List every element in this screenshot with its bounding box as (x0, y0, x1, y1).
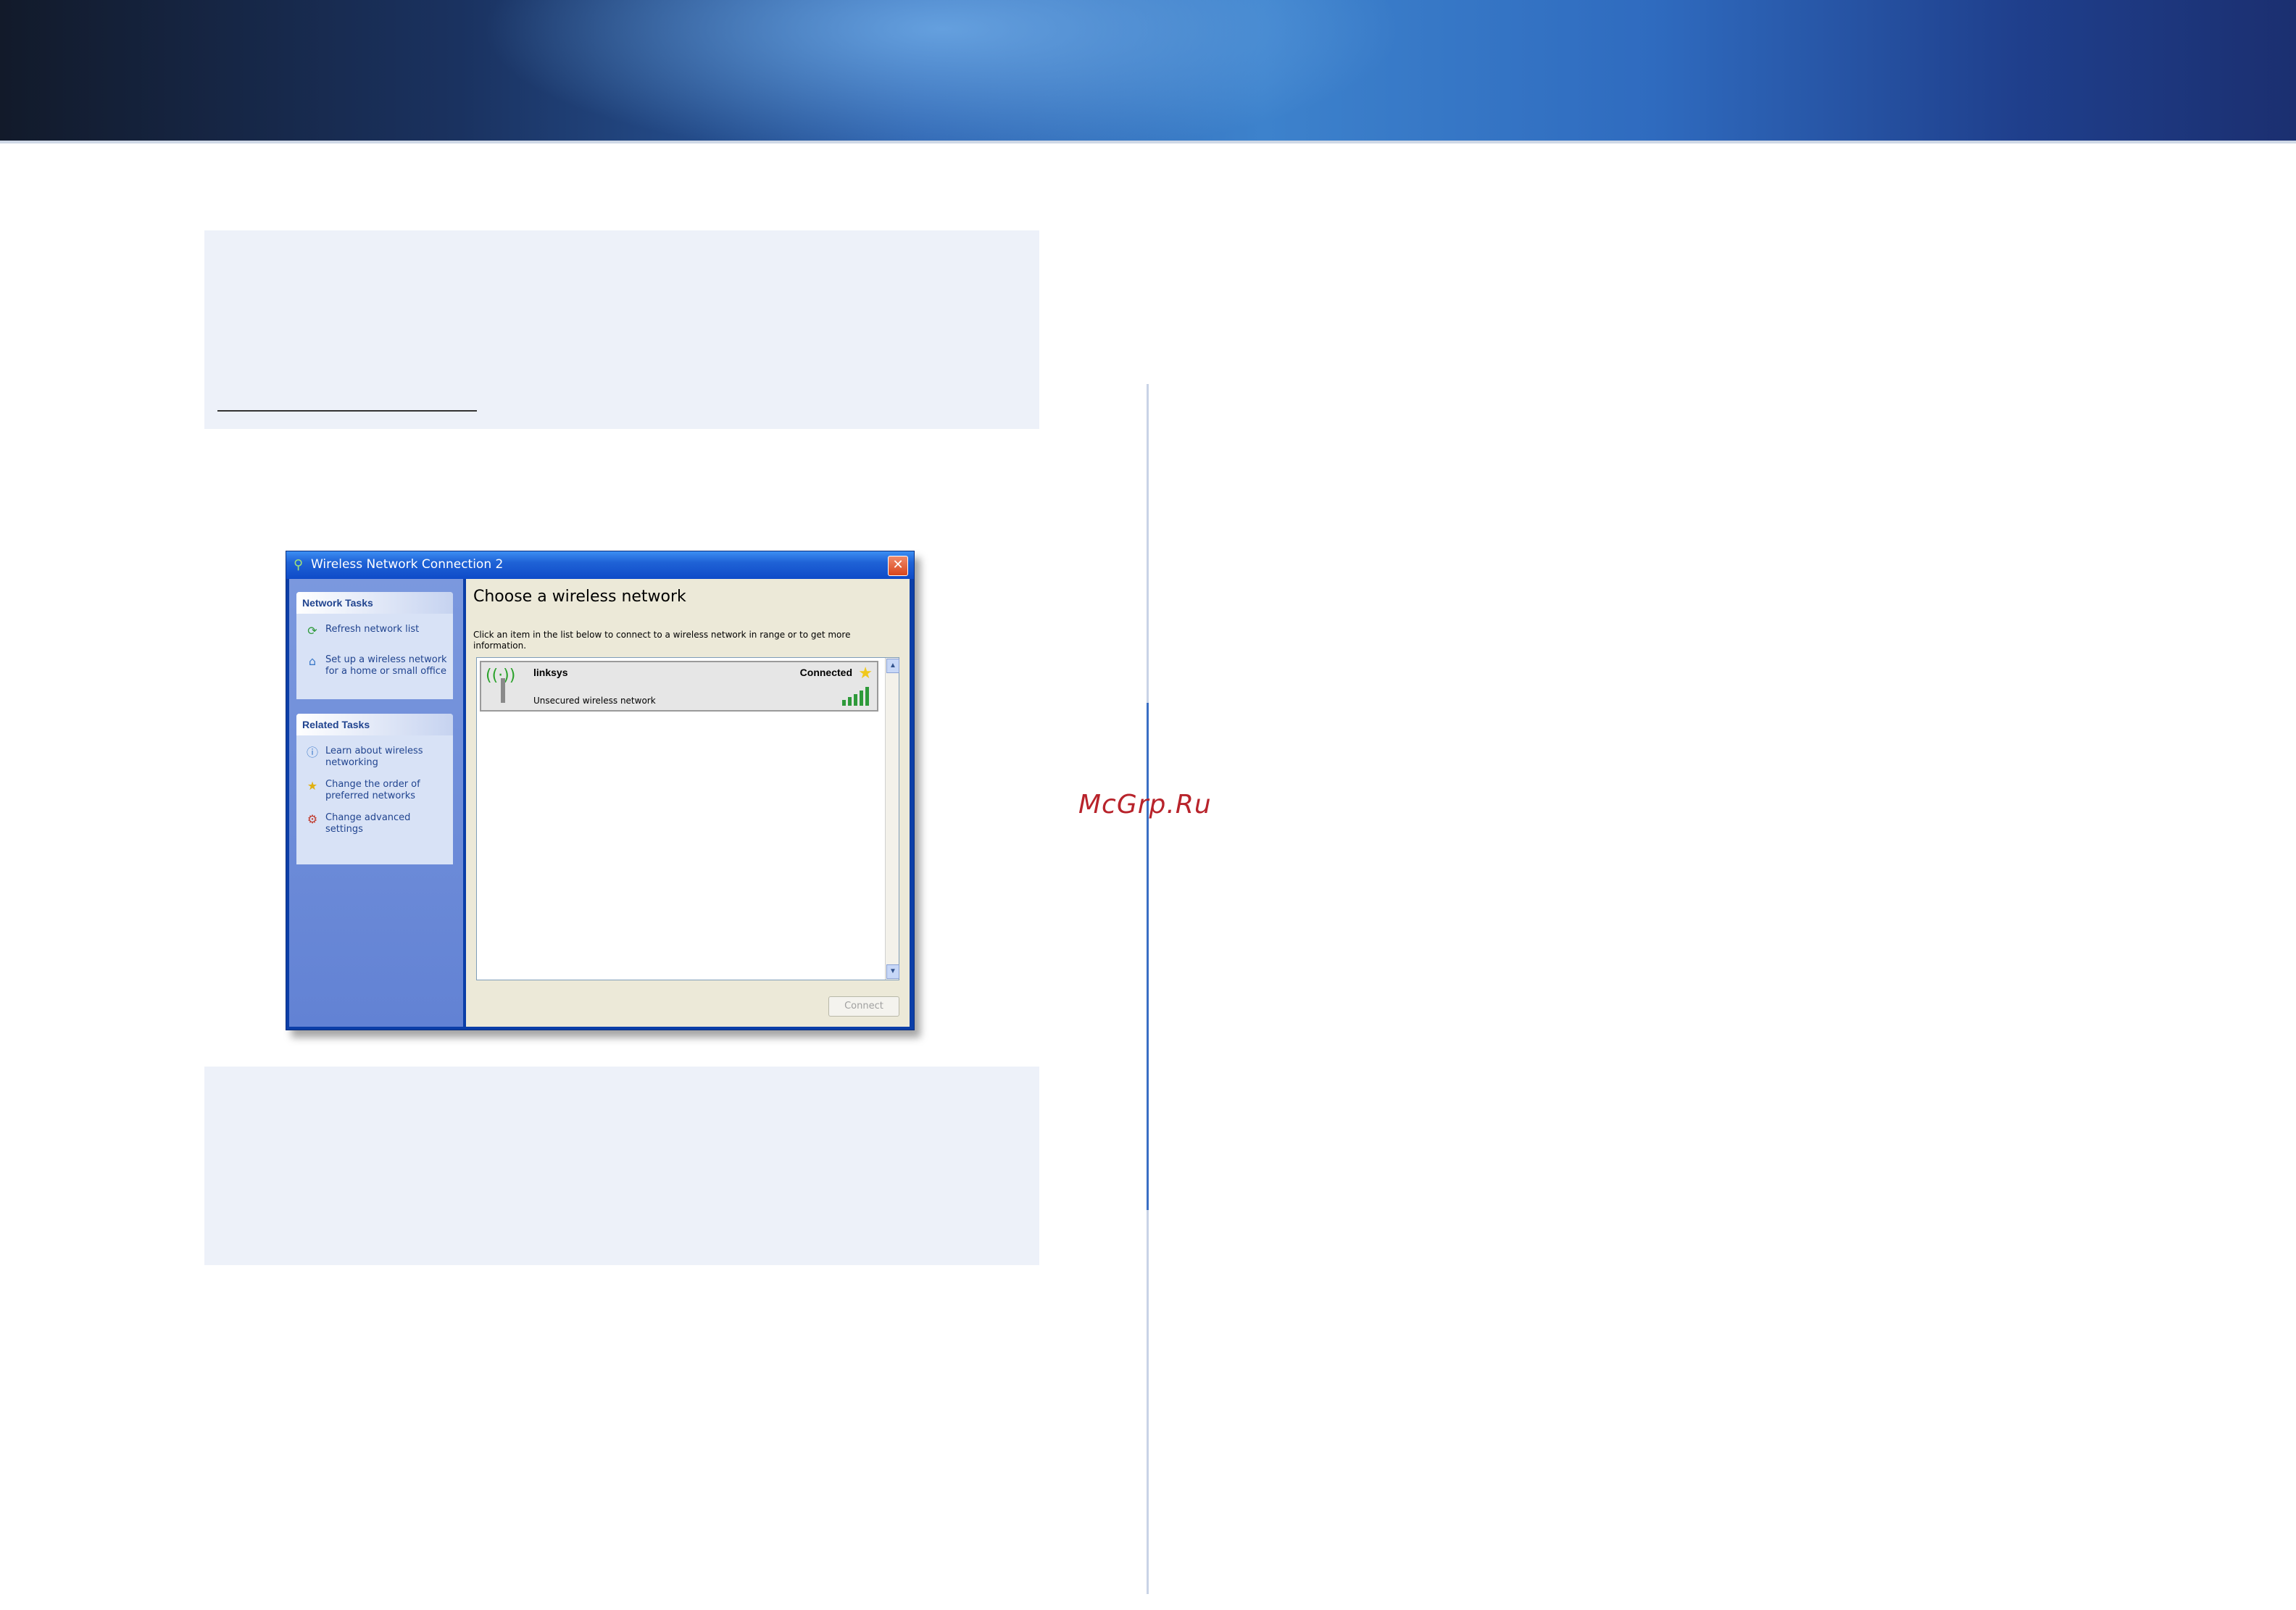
network-tasks-header[interactable]: Network Tasks (296, 592, 453, 614)
network-list[interactable]: ((·)) linksys Connected ★ Unsecured wire… (476, 657, 899, 980)
related-tasks-header[interactable]: Related Tasks (296, 714, 453, 735)
network-name: linksys (533, 667, 568, 678)
wireless-connection-icon: ⚲ (294, 557, 304, 572)
column-divider-accent (1147, 703, 1149, 1210)
network-chooser-panel: Choose a wireless network Click an item … (466, 579, 910, 1027)
refresh-icon: ⟳ (307, 624, 317, 638)
connect-button[interactable]: Connect (828, 996, 899, 1017)
watermark: McGrp.Ru (1078, 790, 1212, 819)
info-icon: ⓘ (306, 746, 318, 759)
task-label: Change the order of (325, 779, 420, 790)
task-change-order[interactable]: ★ Change the order of preferred networks (296, 779, 453, 802)
note-rule (217, 410, 477, 412)
banner-divider (0, 141, 2296, 143)
network-tasks-panel: Network Tasks ⟳ Refresh network list ⌂ S… (296, 592, 453, 699)
task-label-line2: settings (325, 824, 363, 835)
connection-status: Connected (799, 667, 852, 678)
antenna-mast (501, 678, 505, 703)
star-icon: ★ (307, 779, 318, 793)
column-divider (1147, 384, 1149, 1594)
dialog-title: Wireless Network Connection 2 (311, 557, 504, 572)
task-label-line2: networking (325, 757, 378, 768)
note-box-bottom (204, 1067, 1039, 1265)
note-box-top (204, 230, 1039, 429)
task-label-line2: for a home or small office (325, 666, 446, 677)
page-title: Choose a wireless network (473, 588, 686, 606)
scroll-down-icon[interactable]: ▼ (886, 964, 899, 979)
wireless-network-dialog: ⚲ Wireless Network Connection 2 ✕ Networ… (286, 551, 915, 1030)
related-tasks-panel: Related Tasks ⓘ Learn about wireless net… (296, 714, 453, 864)
task-advanced-settings[interactable]: ⚙ Change advanced settings (296, 812, 453, 835)
preferred-star-icon: ★ (858, 664, 873, 682)
setup-network-icon: ⌂ (308, 654, 317, 668)
scrollbar[interactable]: ▲ ▼ (885, 658, 899, 980)
instructions-text: Click an item in the list below to conne… (473, 630, 851, 651)
settings-icon: ⚙ (307, 812, 318, 826)
close-button[interactable]: ✕ (888, 556, 908, 576)
network-security: Unsecured wireless network (533, 696, 656, 706)
network-list-item[interactable]: ((·)) linksys Connected ★ Unsecured wire… (480, 661, 878, 712)
task-label: Change advanced (325, 812, 411, 823)
header-banner (0, 0, 2296, 141)
task-learn-wireless[interactable]: ⓘ Learn about wireless networking (296, 746, 453, 769)
signal-strength-icon (842, 687, 871, 706)
task-label: Set up a wireless network (325, 654, 447, 665)
task-setup-wireless-network[interactable]: ⌂ Set up a wireless network for a home o… (296, 654, 453, 677)
dialog-titlebar[interactable]: ⚲ Wireless Network Connection 2 ✕ (286, 551, 914, 579)
wireless-antenna-icon: ((·)) (486, 667, 522, 706)
task-label: Refresh network list (325, 624, 420, 635)
task-label: Learn about wireless (325, 746, 423, 756)
task-refresh-network-list[interactable]: ⟳ Refresh network list (296, 624, 453, 638)
task-sidebar: Network Tasks ⟳ Refresh network list ⌂ S… (289, 579, 463, 1027)
scroll-up-icon[interactable]: ▲ (886, 659, 899, 673)
task-label-line2: preferred networks (325, 791, 416, 801)
